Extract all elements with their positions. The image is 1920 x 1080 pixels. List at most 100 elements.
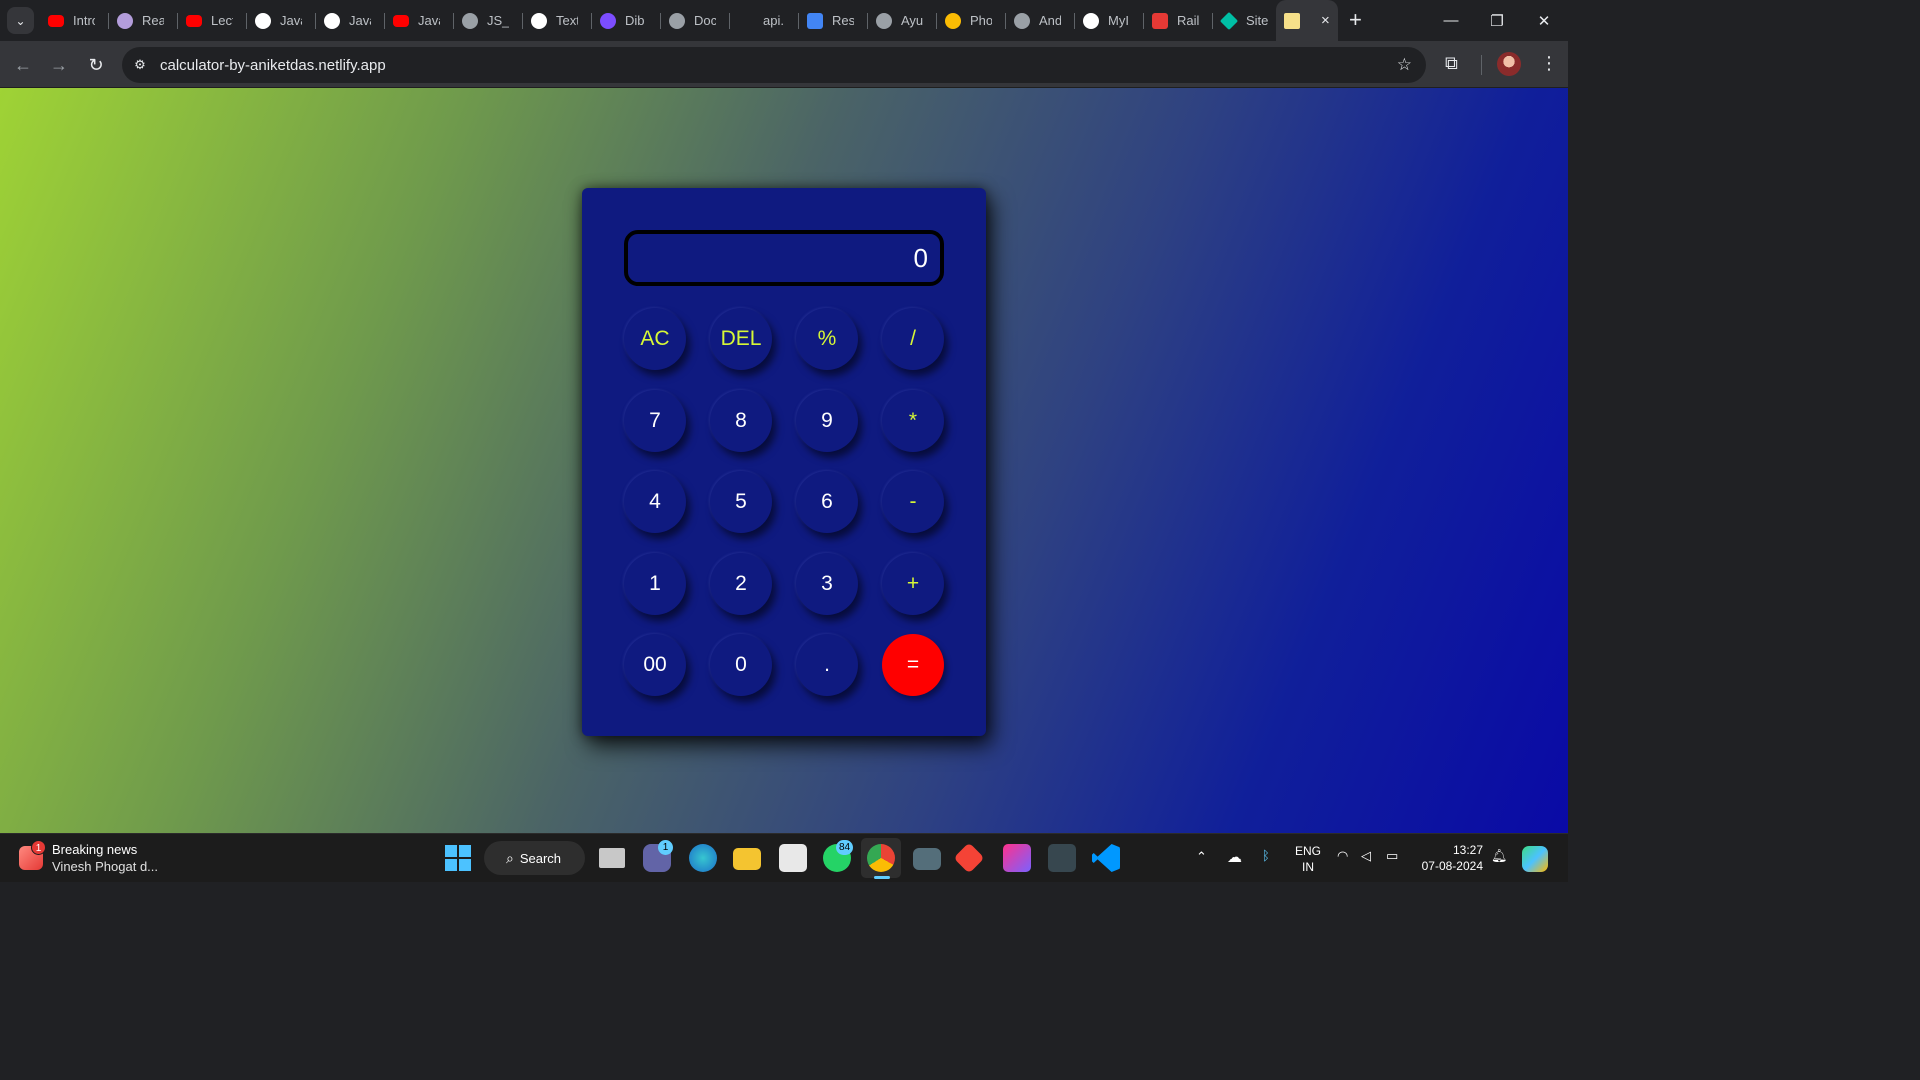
tab-search-button[interactable]: ⌄ <box>7 7 34 34</box>
tab-item[interactable]: Lect <box>178 0 247 41</box>
reload-button[interactable]: ↻ <box>84 53 108 77</box>
search-label: Search <box>519 850 562 866</box>
key-delete-button[interactable]: DEL <box>710 308 772 370</box>
tab-item[interactable]: Java <box>316 0 385 41</box>
key-0-button[interactable]: 0 <box>710 634 772 696</box>
news-subtitle[interactable]: Vinesh Phogat d... <box>52 859 158 874</box>
key-5-button[interactable]: 5 <box>710 471 772 533</box>
url-text[interactable]: calculator-by-aniketdas.netlify.app <box>160 57 386 74</box>
tab-item[interactable]: Text <box>523 0 592 41</box>
tab-close-icon[interactable]: × <box>1321 12 1330 29</box>
notification-bell-icon[interactable]: 🔔︎ <box>1491 848 1508 864</box>
anydesk-icon[interactable] <box>953 842 985 874</box>
key-1-button[interactable]: 1 <box>624 552 686 615</box>
mysql-workbench-icon[interactable] <box>1048 844 1076 872</box>
key-decimal-button[interactable]: . <box>796 634 858 696</box>
start-button[interactable] <box>444 844 472 872</box>
tab-item[interactable]: MyI <box>1075 0 1144 41</box>
tab-item[interactable]: api. <box>730 0 799 41</box>
key-clear-button[interactable]: AC <box>624 308 686 370</box>
back-button[interactable]: ← <box>11 53 35 77</box>
tab-item[interactable]: Pho <box>937 0 1006 41</box>
tab-item[interactable]: Rail <box>1144 0 1213 41</box>
menu-kebab-icon[interactable]: ⋮ <box>1540 53 1558 74</box>
github-icon <box>324 12 340 29</box>
teams-badge: 1 <box>658 840 673 855</box>
key-7-button[interactable]: 7 <box>624 389 686 452</box>
vscode-icon[interactable] <box>1092 844 1120 872</box>
clock[interactable]: 13:27 07-08-2024 <box>1419 842 1483 874</box>
tab-item[interactable]: Doc <box>661 0 730 41</box>
key-multiply-button[interactable]: * <box>882 389 944 452</box>
tab-active[interactable]: × <box>1276 0 1338 41</box>
tab-item[interactable]: JS_C <box>454 0 523 41</box>
tray-overflow-icon[interactable]: ⌃ <box>1196 849 1207 865</box>
wifi-icon[interactable]: ◠ <box>1337 848 1348 864</box>
key-double-zero-button[interactable]: 00 <box>624 634 686 696</box>
restore-button[interactable]: ❐ <box>1474 0 1520 41</box>
tab-item[interactable]: Dib <box>592 0 661 41</box>
key-8-button[interactable]: 8 <box>710 389 772 452</box>
calculator-display: 0 <box>624 230 944 286</box>
tab-item[interactable]: Java <box>247 0 316 41</box>
forward-button[interactable]: → <box>47 53 71 77</box>
site-info-icon[interactable]: ⚙ <box>127 52 153 78</box>
extensions-icon[interactable]: ⧉ <box>1445 53 1458 74</box>
camera-icon[interactable] <box>913 848 941 870</box>
github-icon <box>255 12 271 29</box>
onedrive-icon[interactable]: ☁ <box>1227 848 1242 866</box>
tab-item[interactable]: Site <box>1213 0 1282 41</box>
whatsapp-badge: 84 <box>836 840 854 855</box>
store-icon[interactable] <box>779 844 807 872</box>
tab-label: Pho <box>970 13 992 28</box>
key-9-button[interactable]: 9 <box>796 389 858 452</box>
calculator: 0 AC DEL%/7 8 9 * 4 5 6-1 2 3 +00 0. = <box>582 188 986 736</box>
tab-label: Site <box>1246 13 1268 28</box>
tab-label: Lect <box>211 13 233 28</box>
youtube-icon <box>48 14 64 27</box>
key-subtract-button[interactable]: - <box>882 471 944 533</box>
tab-label: Java <box>349 13 371 28</box>
chrome-icon[interactable] <box>867 844 895 872</box>
tab-label: Doc <box>694 13 716 28</box>
tab-item[interactable]: Res <box>799 0 868 41</box>
page-background: 0 AC DEL%/7 8 9 * 4 5 6-1 2 3 +00 0. = <box>0 88 1568 833</box>
key-percent-button[interactable]: % <box>796 308 858 370</box>
key-equals-button[interactable]: = <box>882 634 944 696</box>
intellij-icon[interactable] <box>1003 844 1031 872</box>
bookmark-star-icon[interactable]: ☆ <box>1397 55 1412 75</box>
tab-item[interactable]: Java <box>385 0 454 41</box>
tab-item[interactable]: Rea <box>109 0 178 41</box>
dib-icon <box>600 12 616 29</box>
taskbar-search[interactable]: ⌕ Search <box>484 841 585 875</box>
key-divide-button[interactable]: / <box>882 308 944 370</box>
volume-icon[interactable]: ◁ <box>1361 848 1371 864</box>
profile-avatar[interactable] <box>1497 52 1521 76</box>
language-indicator[interactable]: ENG IN <box>1295 843 1321 875</box>
tab-item[interactable]: Intro <box>40 0 109 41</box>
tab-item[interactable]: And <box>1006 0 1075 41</box>
minimize-button[interactable]: — <box>1428 0 1474 41</box>
lang-top: ENG <box>1295 844 1322 858</box>
news-title[interactable]: Breaking news <box>52 842 137 857</box>
docs-icon <box>807 12 823 29</box>
key-4-button[interactable]: 4 <box>624 471 686 533</box>
copilot-icon[interactable] <box>1522 846 1548 872</box>
key-add-button[interactable]: + <box>882 552 944 615</box>
globe-icon <box>876 12 892 29</box>
close-window-button[interactable]: ✕ <box>1521 0 1567 41</box>
youtube-icon <box>393 14 409 27</box>
bluetooth-icon[interactable]: ᛒ <box>1262 848 1270 863</box>
address-bar[interactable]: ⚙ calculator-by-aniketdas.netlify.app ☆ <box>122 47 1426 83</box>
battery-icon[interactable]: ▭ <box>1386 848 1398 864</box>
file-explorer-icon[interactable] <box>733 848 761 870</box>
edge-icon[interactable] <box>689 844 717 872</box>
tab-item[interactable]: Ayu <box>868 0 937 41</box>
tab-label: JS_C <box>487 13 509 28</box>
task-view-icon[interactable] <box>599 848 625 868</box>
new-tab-button[interactable]: + <box>1349 9 1362 31</box>
globe-icon <box>1014 12 1030 29</box>
key-6-button[interactable]: 6 <box>796 471 858 533</box>
key-3-button[interactable]: 3 <box>796 552 858 615</box>
key-2-button[interactable]: 2 <box>710 552 772 615</box>
